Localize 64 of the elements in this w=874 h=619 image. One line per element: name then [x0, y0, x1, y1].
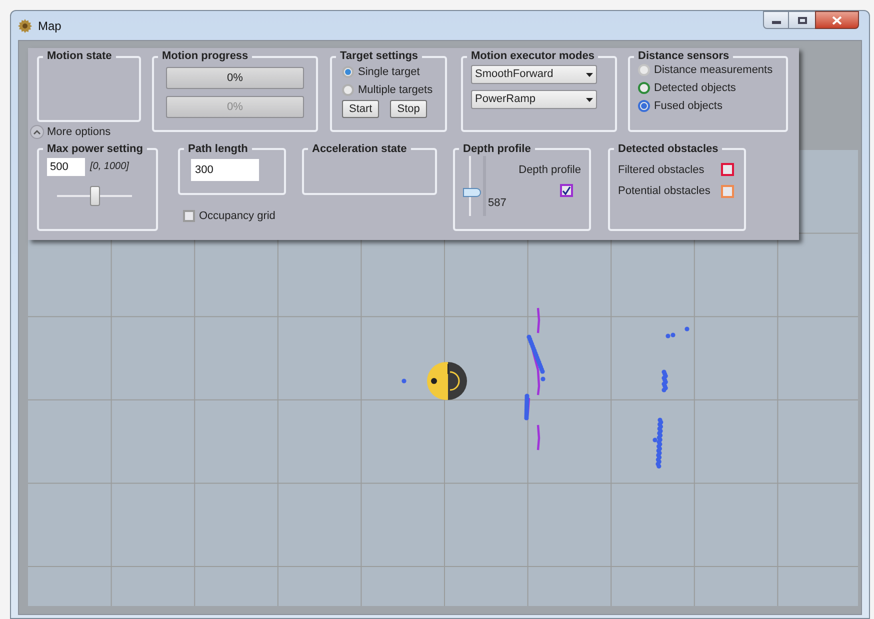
scan-line	[536, 308, 540, 334]
slider-thumb[interactable]	[90, 186, 100, 206]
checkbox[interactable]	[560, 184, 573, 197]
group-title: Target settings	[339, 50, 420, 63]
close-icon	[832, 16, 842, 24]
path-length-input[interactable]: 300	[191, 158, 259, 180]
point-cluster	[662, 370, 668, 392]
dropdown-arrow-icon	[586, 72, 593, 76]
point-cluster	[656, 418, 664, 468]
gear-icon	[17, 18, 33, 34]
obstacle-label: Filtered obstacles	[618, 162, 704, 178]
checkbox[interactable]	[721, 163, 734, 176]
maximize-button[interactable]	[789, 11, 815, 29]
slider-thumb[interactable]	[463, 188, 481, 197]
scan-line	[536, 424, 540, 450]
group-title: Detected obstacles	[617, 142, 720, 156]
progress-label: 0%	[227, 70, 243, 86]
obstacle-point	[652, 438, 658, 442]
group-title: Depth profile	[462, 142, 532, 156]
group-title: Motion executor modes	[470, 50, 596, 63]
radio-button[interactable]	[638, 82, 650, 94]
radio-label: Detected objects	[654, 80, 736, 96]
checkbox-label: Occupancy grid	[199, 208, 276, 224]
radio-label: Distance measurements	[654, 62, 773, 78]
radio-label: Multiple targets	[358, 82, 433, 98]
radio-label: Single target	[358, 64, 420, 80]
mode-dropdown[interactable]: SmoothForward	[471, 65, 597, 84]
depth-profile-label: Depth profile	[518, 162, 581, 178]
group-title: Acceleration state	[311, 142, 408, 156]
radio-button[interactable]	[638, 64, 650, 76]
group-title: Distance sensors	[637, 50, 730, 63]
robot-icon	[427, 362, 467, 400]
obstacle-point	[540, 376, 546, 382]
obstacle-point	[684, 326, 690, 332]
point-cluster	[524, 394, 530, 420]
more-options-toggle[interactable]: More options	[30, 124, 141, 140]
chevron-icon	[30, 125, 44, 140]
dropdown-arrow-icon	[586, 98, 593, 102]
radio-label: Fused objects	[654, 98, 722, 114]
depth-slider[interactable]	[463, 156, 481, 216]
window-title: Map	[38, 18, 62, 34]
checkbox[interactable]	[721, 184, 734, 198]
obstacle-point	[402, 378, 406, 384]
group-title: Motion state	[46, 50, 113, 63]
range-hint: [0, 1000]	[90, 160, 129, 174]
progress-label: 0%	[227, 100, 243, 115]
minimize-button[interactable]	[763, 11, 789, 29]
action-button[interactable]: Stop	[390, 100, 427, 118]
radio-button[interactable]	[342, 66, 354, 78]
action-button[interactable]: Start	[342, 100, 380, 118]
power-input[interactable]: 500	[47, 158, 85, 176]
group-title: Path length	[187, 142, 249, 156]
mode-dropdown[interactable]: PowerRamp	[471, 90, 597, 109]
radio-button[interactable]	[342, 84, 354, 96]
check-icon	[562, 186, 571, 195]
point-cluster	[526, 334, 545, 374]
group-title: Max power setting	[46, 142, 144, 156]
depth-reading: 587	[488, 196, 508, 211]
radio-button[interactable]	[638, 100, 650, 112]
checkbox[interactable]	[183, 210, 195, 222]
group-title: Motion progress	[161, 50, 250, 63]
power-slider[interactable]	[57, 186, 132, 206]
close-button[interactable]	[815, 11, 859, 29]
obstacle-label: Potential obstacles	[618, 184, 710, 199]
